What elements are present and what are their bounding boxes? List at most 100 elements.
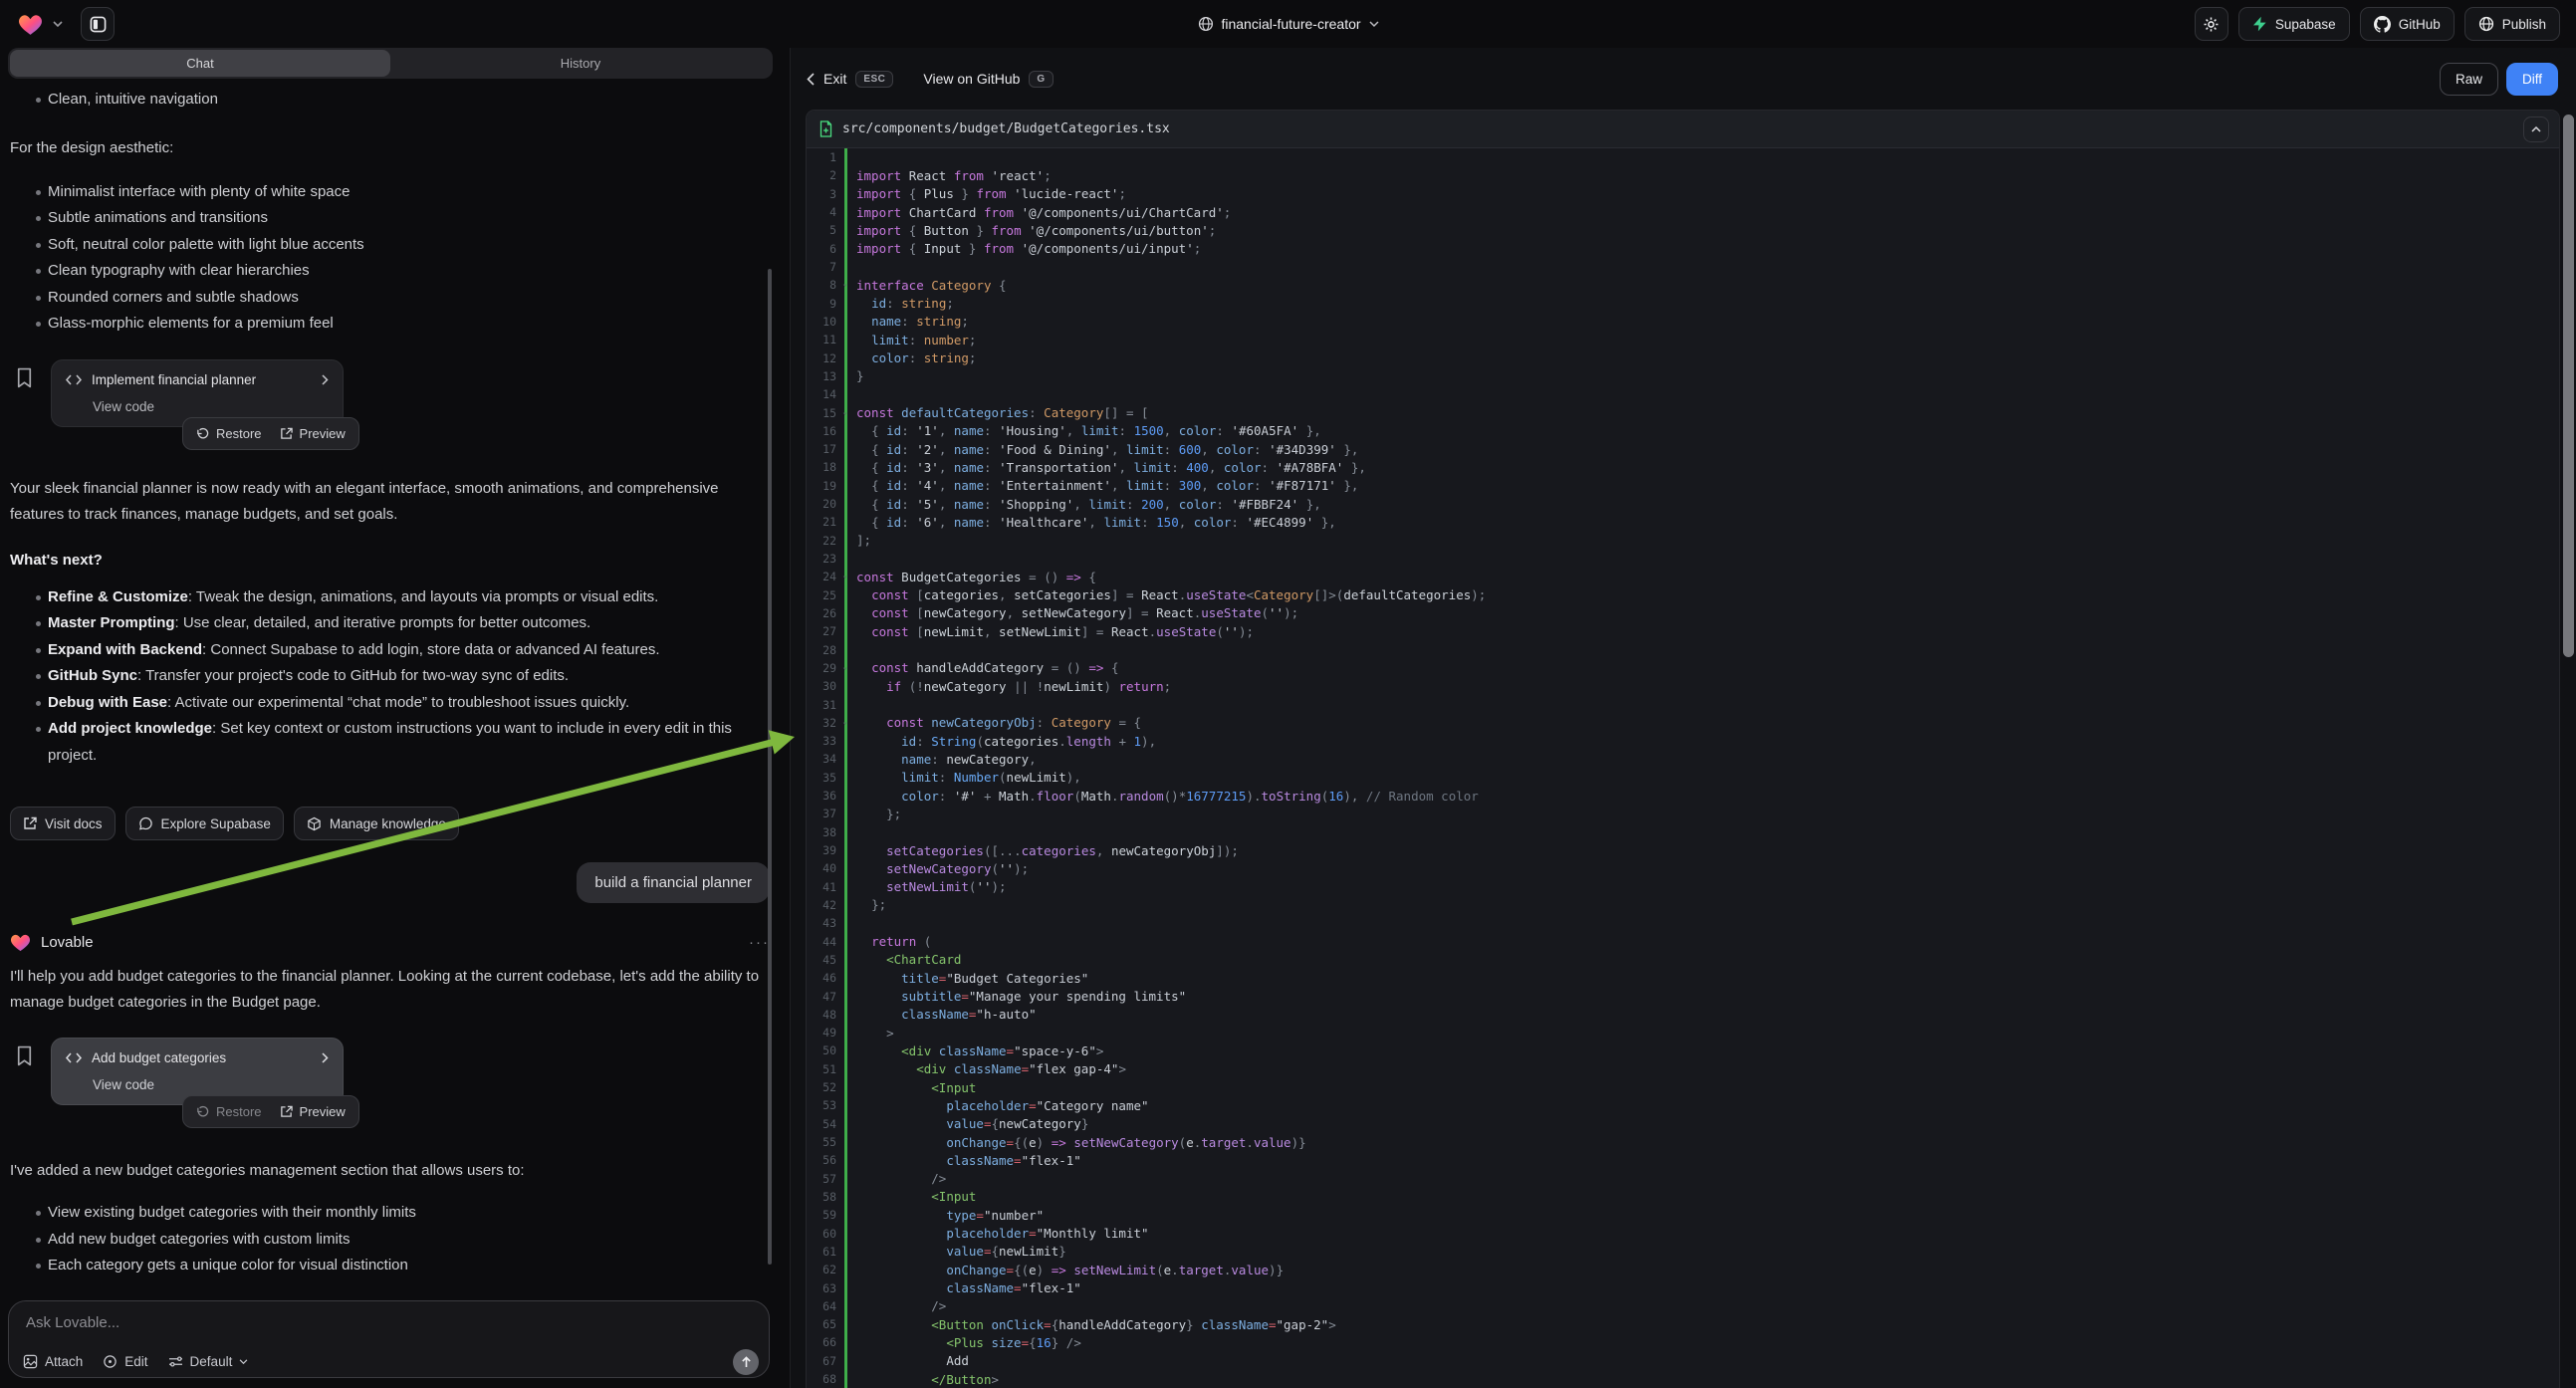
code-line: 65 <Button onClick={handleAddCategory} c… — [807, 1315, 2559, 1333]
send-button[interactable] — [733, 1349, 759, 1375]
line-number: 34 — [807, 752, 836, 766]
top-bar: financial-future-creator Supabase GitHub… — [0, 0, 2576, 48]
code-text: /> — [847, 1298, 946, 1313]
code-text — [847, 916, 864, 931]
code-text: { id: '2', name: 'Food & Dining', limit:… — [847, 442, 1358, 457]
preview-button[interactable]: Preview — [280, 1104, 346, 1119]
panel-toggle-button[interactable] — [81, 7, 115, 41]
line-number: 55 — [807, 1135, 836, 1149]
topbar-left — [0, 7, 2195, 41]
restore-icon — [196, 1105, 209, 1118]
window-scrollbar[interactable] — [2563, 115, 2574, 657]
visit-docs-button[interactable]: Visit docs — [10, 807, 116, 840]
arrow-up-icon — [741, 1356, 752, 1368]
manage-knowledge-button[interactable]: Manage knowledge — [294, 807, 459, 840]
fold-chevron-icon[interactable]: ⌄ — [842, 407, 847, 416]
line-number: 7 — [807, 260, 836, 274]
code-line: 32⌄ const newCategoryObj: Category = { — [807, 714, 2559, 732]
line-number: 54 — [807, 1117, 836, 1131]
line-number: 53 — [807, 1098, 836, 1112]
view-on-github-button[interactable]: View on GitHub G — [923, 71, 1053, 88]
more-options-icon[interactable]: ··· — [749, 934, 770, 951]
chat-composer[interactable]: Ask Lovable... Attach Edit Default — [8, 1300, 770, 1378]
project-switcher[interactable]: financial-future-creator — [1197, 0, 1378, 48]
tab-history[interactable]: History — [390, 50, 771, 77]
bookmark-icon[interactable] — [16, 367, 33, 388]
list-item: Clean typography with clear hierarchies — [10, 258, 770, 285]
exit-button[interactable]: Exit ESC — [807, 71, 893, 88]
assistant-name: Lovable — [41, 934, 94, 951]
collapse-file-button[interactable] — [2523, 116, 2549, 142]
github-button[interactable]: GitHub — [2360, 7, 2455, 41]
code-text: <div className="space-y-6"> — [847, 1043, 1103, 1058]
code-text: id: string; — [847, 296, 954, 311]
file-header[interactable]: src/components/budget/BudgetCategories.t… — [807, 111, 2559, 148]
code-line: 54 value={newCategory} — [807, 1115, 2559, 1133]
view-code-link[interactable]: View code — [93, 1077, 329, 1092]
line-number: 6 — [807, 242, 836, 256]
bookmark-icon[interactable] — [16, 1045, 33, 1066]
line-number: 41 — [807, 880, 836, 894]
diff-toggle-button[interactable]: Diff — [2506, 63, 2558, 96]
message-circle-icon — [138, 816, 153, 831]
edit-mode-button[interactable]: Edit — [103, 1354, 147, 1369]
line-number: 15⌄ — [807, 406, 836, 420]
version-card-1: Implement financial planner View code Re… — [51, 359, 359, 450]
workspace-chevron-down-icon[interactable] — [53, 21, 63, 28]
fold-chevron-icon[interactable]: ⌄ — [842, 279, 847, 288]
code-line: 27 const [newLimit, setNewLimit] = React… — [807, 622, 2559, 640]
raw-toggle-button[interactable]: Raw — [2440, 63, 2498, 96]
code-brackets-icon — [66, 1052, 82, 1063]
preview-button[interactable]: Preview — [280, 426, 346, 441]
exit-label: Exit — [823, 71, 846, 87]
view-code-link[interactable]: View code — [93, 399, 329, 414]
code-line: 45 <ChartCard — [807, 951, 2559, 969]
code-text: onChange={(e) => setNewLimit(e.target.va… — [847, 1263, 1284, 1277]
tab-chat[interactable]: Chat — [10, 50, 390, 77]
version-card-title: Implement financial planner — [92, 372, 256, 387]
line-number: 10 — [807, 315, 836, 329]
code-text: id: String(categories.length + 1), — [847, 734, 1156, 749]
lovable-heart-icon[interactable] — [18, 13, 43, 36]
line-number: 56 — [807, 1153, 836, 1167]
code-text: const [categories, setCategories] = Reac… — [847, 587, 1486, 602]
mode-selector[interactable]: Default — [168, 1354, 249, 1369]
code-brackets-icon — [66, 374, 82, 385]
code-text: className="flex-1" — [847, 1280, 1081, 1295]
line-number: 43 — [807, 916, 836, 930]
ready-paragraph: Your sleek financial planner is now read… — [10, 476, 770, 528]
restore-icon — [196, 427, 209, 440]
restore-button[interactable]: Restore — [196, 1104, 262, 1119]
code-text: ]; — [847, 533, 871, 548]
code-line: 14 — [807, 385, 2559, 403]
code-line: 38 — [807, 823, 2559, 841]
list-item: Add project knowledge: Set key context o… — [10, 716, 770, 769]
settings-gear-button[interactable] — [2195, 7, 2228, 41]
code-text: return ( — [847, 934, 931, 949]
publish-globe-icon — [2478, 16, 2494, 32]
code-line: 62 onChange={(e) => setNewLimit(e.target… — [807, 1261, 2559, 1278]
code-line: 50 <div className="space-y-6"> — [807, 1041, 2559, 1059]
code-line: 66 <Plus size={16} /> — [807, 1333, 2559, 1351]
fold-chevron-icon[interactable]: ⌄ — [842, 571, 847, 579]
supabase-button[interactable]: Supabase — [2238, 7, 2350, 41]
list-item: Refine & Customize: Tweak the design, an… — [10, 584, 770, 611]
line-number: 47 — [807, 990, 836, 1004]
chat-scrollbar[interactable] — [768, 269, 772, 1265]
code-line: 60 placeholder="Monthly limit" — [807, 1224, 2559, 1242]
explore-supabase-button[interactable]: Explore Supabase — [125, 807, 284, 840]
fold-chevron-icon[interactable]: ⌄ — [842, 662, 847, 671]
code-text: onChange={(e) => setNewCategory(e.target… — [847, 1135, 1306, 1150]
code-text: </Button> — [847, 1372, 999, 1387]
code-line: 51 <div className="flex gap-4"> — [807, 1060, 2559, 1078]
publish-button[interactable]: Publish — [2464, 7, 2560, 41]
line-number: 14 — [807, 387, 836, 401]
attach-button[interactable]: Attach — [23, 1354, 83, 1369]
fold-chevron-icon[interactable]: ⌄ — [842, 717, 847, 726]
line-number: 33 — [807, 734, 836, 748]
code-line: 5import { Button } from '@/components/ui… — [807, 221, 2559, 239]
code-lines: 1 2import React from 'react';3import { P… — [807, 148, 2559, 1388]
restore-button[interactable]: Restore — [196, 426, 262, 441]
code-text: <ChartCard — [847, 952, 961, 967]
line-number: 37 — [807, 807, 836, 820]
